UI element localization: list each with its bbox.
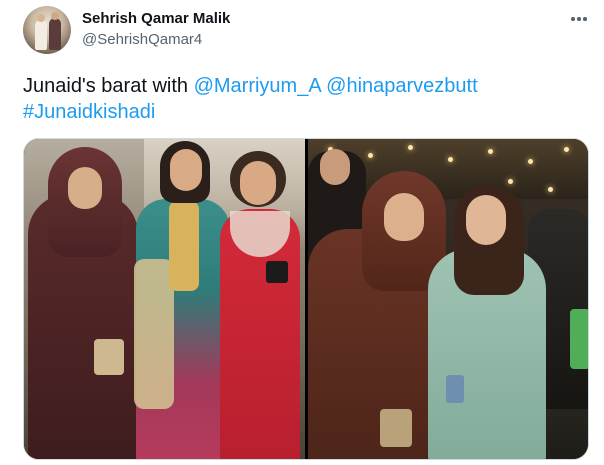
tweet-photo-2[interactable] (308, 139, 588, 459)
photo-figure-dupatta (134, 259, 174, 409)
photo-light (564, 147, 569, 152)
more-options-button[interactable] (568, 8, 590, 30)
more-horizontal-icon (571, 17, 575, 21)
photo-figure (570, 309, 588, 369)
mention-link-hinaparvezbutt[interactable]: @hinaparvezbutt (326, 75, 478, 97)
author-display-name[interactable]: Sehrish Qamar Malik (82, 10, 230, 27)
photo-figure-face (320, 149, 350, 185)
photo-light (528, 159, 533, 164)
photo-figure-face (68, 167, 102, 209)
photo-figure-face (384, 193, 424, 241)
mention-link-marriyum[interactable]: @Marriyum_A (194, 75, 321, 97)
photo-figure-face (170, 149, 202, 191)
photo-light (408, 145, 413, 150)
hashtag-link[interactable]: #Junaidkishadi (23, 101, 155, 123)
photo-phone (446, 375, 464, 403)
photo-figure-necklace (169, 201, 199, 291)
photo-light (488, 149, 493, 154)
author-avatar[interactable] (23, 6, 71, 54)
avatar-figure-head (37, 14, 45, 22)
tweet-text: Junaid's barat with @Marriyum_A @hinapar… (23, 73, 583, 125)
tweet-media (23, 138, 589, 460)
tweet-text-body: Junaid's barat with (23, 75, 194, 97)
photo-clutch (380, 409, 412, 447)
photo-clutch (266, 261, 288, 283)
photo-light (508, 179, 513, 184)
more-horizontal-icon (583, 17, 587, 21)
avatar-figure-head (51, 12, 59, 20)
photo-figure-face (466, 195, 506, 245)
tweet: Sehrish Qamar Malik @SehrishQamar4 Junai… (0, 0, 604, 465)
photo-light (448, 157, 453, 162)
photo-light (368, 153, 373, 158)
more-horizontal-icon (577, 17, 581, 21)
avatar-figure (35, 20, 47, 50)
author-handle[interactable]: @SehrishQamar4 (82, 31, 202, 48)
photo-figure-face (240, 161, 276, 205)
photo-clutch (94, 339, 124, 375)
photo-light (548, 187, 553, 192)
tweet-photo-1[interactable] (24, 139, 305, 459)
avatar-figure (49, 18, 61, 50)
